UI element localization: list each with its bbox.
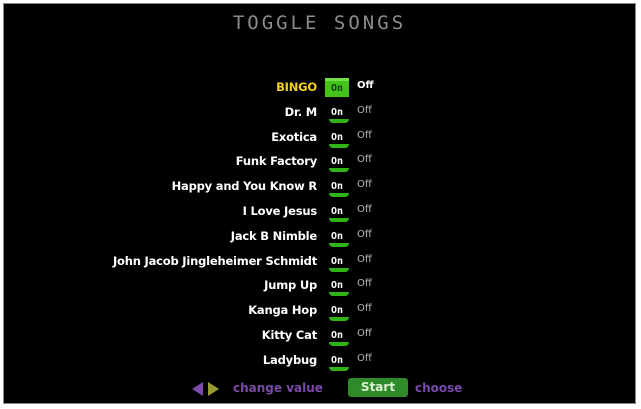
off-option[interactable]: Off (357, 179, 372, 190)
on-selected-underline (329, 267, 349, 272)
song-row[interactable]: Kitty Cat On Off (4, 325, 635, 349)
song-row[interactable]: Jack B Nimble On Off (4, 226, 635, 250)
left-arrow-icon (192, 382, 203, 396)
song-row[interactable]: Kanga Hop On Off (4, 300, 635, 324)
off-option[interactable]: Off (357, 353, 372, 364)
song-row[interactable]: BINGO On Off (4, 77, 635, 101)
off-option[interactable]: Off (357, 105, 372, 116)
on-option[interactable]: On (325, 78, 349, 97)
song-row[interactable]: Ladybug On Off (4, 350, 635, 374)
off-option[interactable]: Off (357, 80, 374, 91)
off-option[interactable]: Off (357, 229, 372, 240)
song-row[interactable]: John Jacob Jingleheimer Schmidt On Off (4, 251, 635, 275)
song-name: BINGO (276, 80, 317, 94)
off-option[interactable]: Off (357, 154, 372, 165)
game-frame: TOGGLE SONGS BINGO On Off Dr. M On Off Exotica… (3, 3, 636, 404)
screen-title: TOGGLE SONGS (232, 12, 407, 34)
song-name: Kanga Hop (248, 303, 317, 318)
off-option[interactable]: Off (357, 204, 372, 215)
off-option[interactable]: Off (357, 130, 372, 141)
on-selected-underline (329, 143, 349, 148)
off-option[interactable]: Off (357, 278, 372, 289)
song-name: Dr. M (284, 104, 318, 119)
choose-hint: choose (415, 381, 463, 395)
song-name: Kitty Cat (261, 328, 317, 342)
off-option[interactable]: Off (357, 254, 372, 265)
song-row[interactable]: Jump Up On Off (4, 275, 635, 299)
song-name: Happy and You Know R (171, 179, 318, 194)
on-selected-underline (329, 168, 349, 173)
song-name: Ladybug (262, 352, 317, 367)
start-button[interactable]: Start (348, 378, 408, 397)
song-name: Funk Factory (235, 154, 317, 169)
song-name: John Jacob Jingleheimer Schmidt (112, 253, 317, 268)
on-selected-underline (329, 242, 349, 247)
song-row[interactable]: Exotica On Off (4, 127, 635, 151)
right-arrow-icon (208, 382, 219, 396)
on-selected-underline (329, 193, 349, 198)
song-name: Jump Up (264, 278, 317, 293)
change-value-hint: change value (233, 381, 323, 395)
on-selected-underline (329, 292, 349, 297)
on-selected-underline (329, 118, 349, 123)
off-option[interactable]: Off (357, 328, 372, 339)
song-row[interactable]: I Love Jesus On Off (4, 201, 635, 225)
off-option[interactable]: Off (357, 303, 372, 314)
footer-controls: change value Start choose (4, 378, 635, 404)
on-selected-underline (329, 366, 349, 371)
on-selected-underline (329, 342, 349, 346)
song-name: Exotica (271, 129, 317, 144)
song-row[interactable]: Funk Factory On Off (4, 151, 635, 175)
on-selected-underline (329, 218, 349, 222)
song-name: Jack B Nimble (230, 228, 317, 243)
song-row[interactable]: Dr. M On Off (4, 102, 635, 126)
on-selected-underline (329, 317, 349, 322)
song-row[interactable]: Happy and You Know R On Off (4, 176, 635, 200)
song-name: I Love Jesus (242, 204, 318, 218)
